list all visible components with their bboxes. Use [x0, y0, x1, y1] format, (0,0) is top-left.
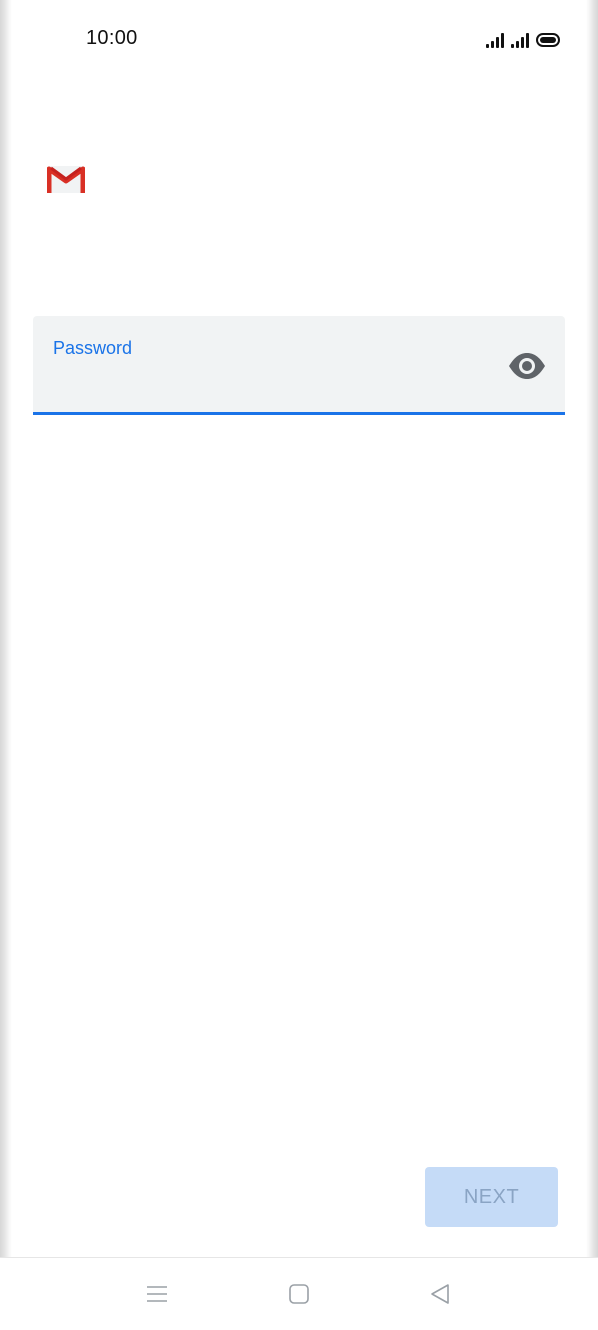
- back-nav-button[interactable]: [422, 1276, 458, 1312]
- navigation-bar: [0, 1258, 598, 1330]
- battery-icon: [536, 33, 560, 47]
- signal-icon: [511, 32, 529, 48]
- device-frame-right: [586, 0, 598, 1330]
- gmail-logo: [46, 165, 86, 194]
- device-frame-left: [0, 0, 12, 1330]
- gmail-icon: [46, 166, 86, 193]
- home-icon: [289, 1284, 309, 1304]
- next-button[interactable]: NEXT: [425, 1167, 558, 1227]
- password-field[interactable]: Password: [33, 316, 565, 415]
- eye-icon: [509, 353, 545, 379]
- signal-icon: [486, 32, 504, 48]
- home-nav-button[interactable]: [281, 1276, 317, 1312]
- show-password-button[interactable]: [505, 348, 549, 384]
- status-time: 10:00: [86, 27, 138, 49]
- password-input[interactable]: [53, 368, 493, 398]
- menu-nav-button[interactable]: [139, 1276, 175, 1312]
- menu-icon: [147, 1286, 167, 1302]
- status-bar: 10:00: [0, 0, 598, 76]
- back-icon: [431, 1284, 449, 1304]
- status-icons: [486, 28, 560, 48]
- password-label: Password: [53, 338, 133, 358]
